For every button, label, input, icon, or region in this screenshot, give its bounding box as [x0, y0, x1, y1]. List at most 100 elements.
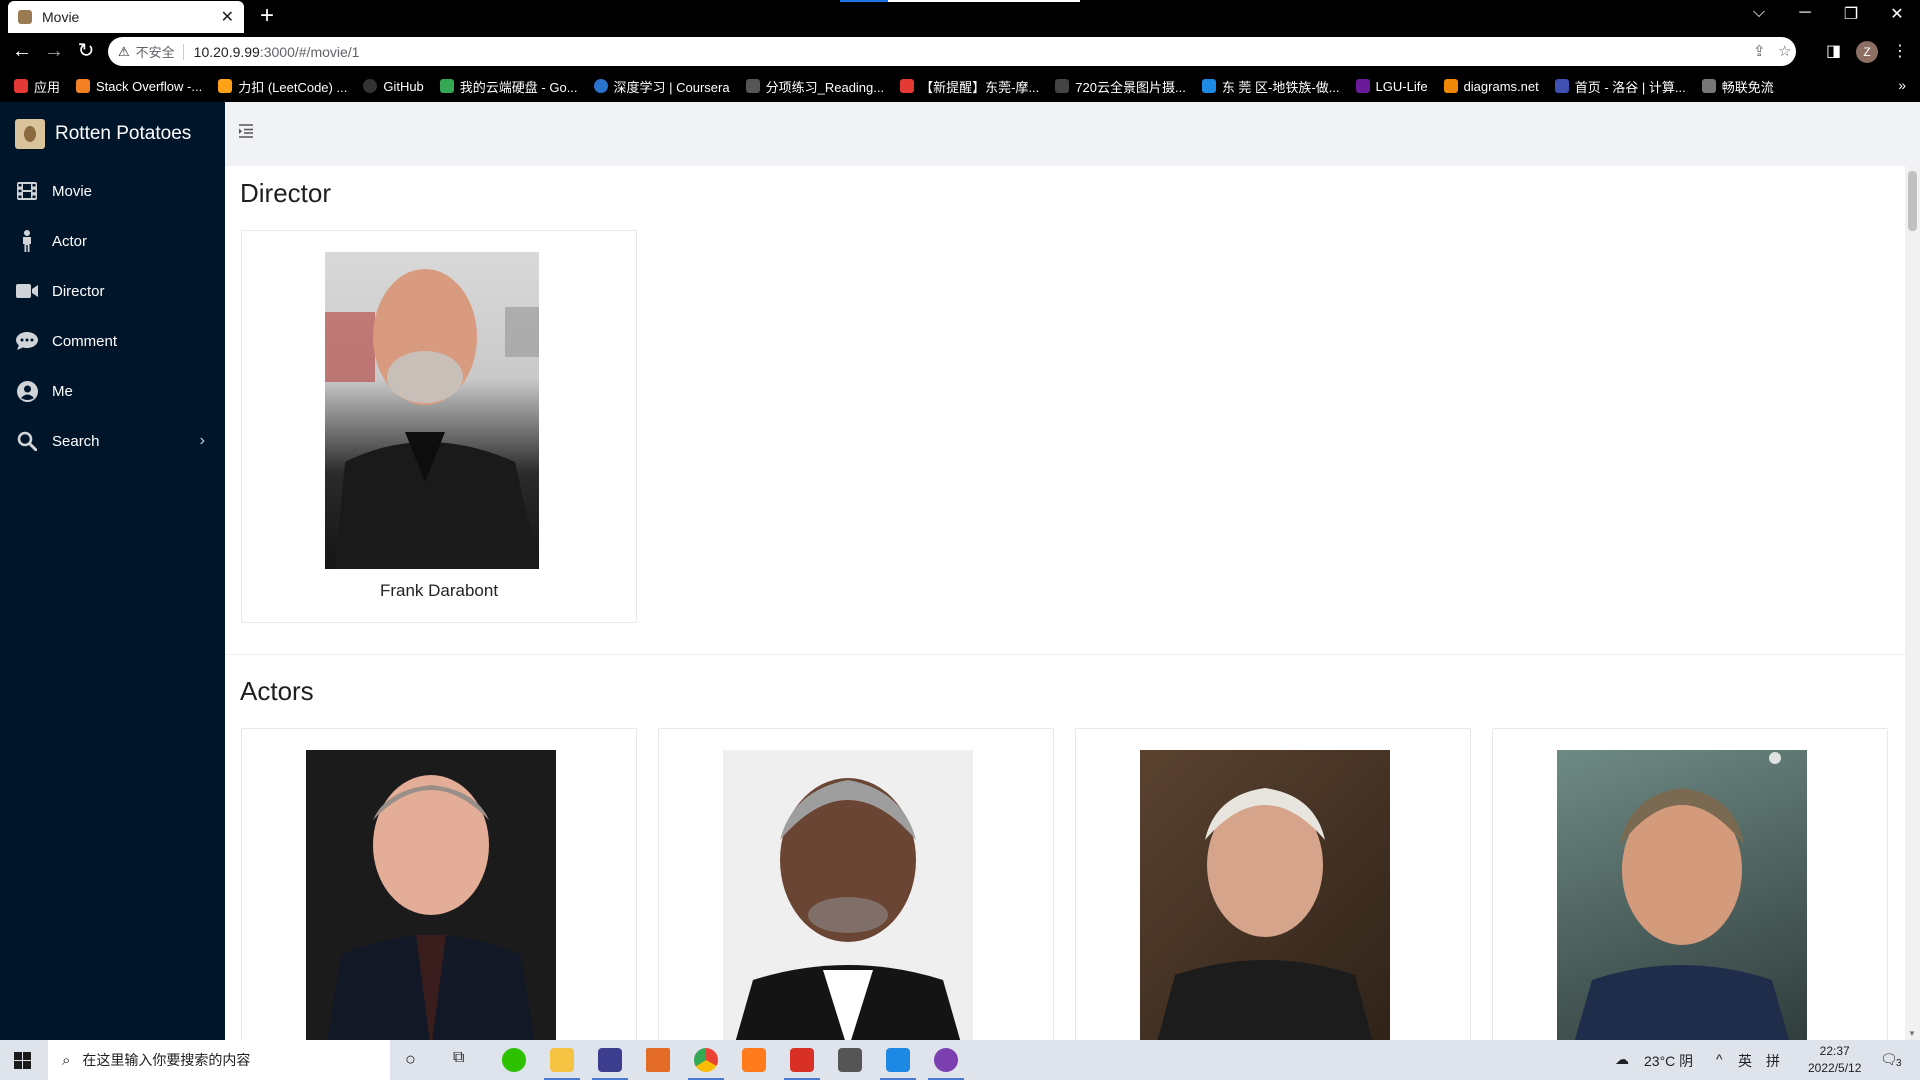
- bookmark-stackoverflow[interactable]: Stack Overflow -...: [76, 79, 202, 94]
- actor-card[interactable]: [658, 728, 1054, 1040]
- scroll-down-arrow-icon[interactable]: ▼: [1908, 1029, 1916, 1038]
- sidebar-item-label: Search: [52, 432, 100, 450]
- forward-arrow-icon[interactable]: →: [42, 40, 66, 62]
- close-tab-icon[interactable]: ✕: [221, 7, 234, 27]
- weather-cloud-icon[interactable]: ☁: [1615, 1051, 1629, 1068]
- section-divider: [225, 654, 1905, 655]
- vertical-scrollbar[interactable]: ▼: [1905, 166, 1920, 1040]
- profile-avatar[interactable]: Z: [1856, 41, 1878, 63]
- bookmark-apps[interactable]: 应用: [14, 77, 60, 96]
- brand[interactable]: Rotten Potatoes: [0, 102, 225, 166]
- minimize-button[interactable]: ─: [1782, 4, 1828, 22]
- director-card[interactable]: Frank Darabont: [241, 230, 637, 623]
- brand-name: Rotten Potatoes: [55, 123, 192, 144]
- address-bar[interactable]: ⚠ 不安全 10.20.9.99:3000/#/movie/1 ⇪ ☆: [108, 37, 1796, 66]
- chevron-right-icon: ›: [199, 432, 205, 449]
- pycharm-icon[interactable]: [592, 1048, 628, 1080]
- cortana-icon[interactable]: ○: [405, 1049, 416, 1070]
- director-name: Frank Darabont: [379, 581, 499, 600]
- comment-icon: [16, 330, 38, 352]
- back-arrow-icon[interactable]: ←: [10, 40, 34, 62]
- more-bookmarks-button[interactable]: »: [1898, 77, 1906, 93]
- actors-section-title: Actors: [240, 676, 314, 706]
- side-panel-icon[interactable]: ◨: [1826, 41, 1841, 61]
- sidebar-item-movie[interactable]: Movie: [0, 166, 225, 216]
- tab-search-chevron-icon[interactable]: ⌵: [1736, 4, 1782, 22]
- bookmark-720yun[interactable]: 720云全景图片摄...: [1055, 77, 1186, 96]
- sidebar-item-director[interactable]: Director: [0, 266, 225, 316]
- app-root: Rotten Potatoes Movie Actor Director Com…: [0, 102, 1920, 1040]
- bookmark-metro[interactable]: 东 莞 区-地铁族-做...: [1201, 77, 1340, 96]
- github-desktop-icon[interactable]: [928, 1048, 964, 1080]
- coursera-icon: [593, 79, 608, 93]
- actor-photo: [1557, 750, 1807, 1040]
- windows-start-icon[interactable]: [14, 1052, 31, 1069]
- taskbar-search-box[interactable]: ⌕ 在这里输入你要搜索的内容: [48, 1040, 390, 1080]
- xampp-icon[interactable]: [742, 1048, 766, 1072]
- bookmark-star-icon[interactable]: ☆: [1778, 42, 1791, 60]
- bookmark-github[interactable]: GitHub: [363, 78, 424, 94]
- game-app-icon[interactable]: [838, 1048, 862, 1072]
- sidebar-item-me[interactable]: Me: [0, 366, 225, 416]
- google-drive-icon: [439, 79, 454, 93]
- clock-time: 22:37: [1819, 1044, 1850, 1058]
- ime-mode[interactable]: 拼: [1766, 1051, 1780, 1071]
- chrome-icon[interactable]: [688, 1048, 724, 1080]
- metro-icon: [1201, 79, 1216, 93]
- browser-tab[interactable]: Movie ✕: [8, 1, 244, 33]
- bookmark-reading[interactable]: 分项练习_Reading...: [745, 77, 884, 96]
- scrollbar-thumb[interactable]: [1908, 171, 1917, 231]
- bookmark-dongguan-forum[interactable]: 【新提醒】东莞-摩...: [900, 77, 1039, 96]
- bookmark-label: 【新提醒】东莞-摩...: [920, 79, 1040, 95]
- sidebar-item-actor[interactable]: Actor: [0, 216, 225, 266]
- bookmark-changlian[interactable]: 畅联免流: [1701, 77, 1774, 96]
- clock[interactable]: 22:37 2022/5/12: [1808, 1043, 1861, 1077]
- main-area: Director Frank Darabont Actors ▼: [225, 102, 1920, 1040]
- bookmark-lgu-life[interactable]: LGU-Life: [1355, 79, 1428, 94]
- warning-triangle-icon: ⚠: [118, 43, 130, 59]
- share-icon[interactable]: ⇪: [1753, 42, 1766, 60]
- leetcode-icon: [218, 79, 233, 93]
- matlab-icon[interactable]: [646, 1048, 670, 1072]
- bookmark-luogu[interactable]: 首页 - 洛谷 | 计算...: [1554, 77, 1686, 96]
- close-window-button[interactable]: ✕: [1874, 4, 1920, 24]
- sidebar-item-label: Director: [52, 282, 105, 300]
- actor-photo: [723, 750, 973, 1040]
- vscode-icon[interactable]: [880, 1048, 916, 1080]
- reading-site-icon: [745, 79, 760, 93]
- bookmark-coursera[interactable]: 深度学习 | Coursera: [593, 77, 730, 96]
- forum-icon: [900, 79, 915, 93]
- wechat-icon[interactable]: [502, 1048, 526, 1072]
- stackoverflow-icon: [76, 79, 91, 93]
- reload-icon[interactable]: ↻: [74, 40, 98, 62]
- lgu-life-icon: [1355, 79, 1370, 93]
- bookmark-google-drive[interactable]: 我的云端硬盘 - Go...: [439, 77, 578, 96]
- file-explorer-icon[interactable]: [544, 1048, 580, 1080]
- bookmark-label: GitHub: [383, 78, 424, 94]
- actor-card[interactable]: [1492, 728, 1888, 1040]
- actor-photo: [1140, 750, 1390, 1040]
- sidebar-item-comment[interactable]: Comment: [0, 316, 225, 366]
- browser-menu-icon[interactable]: ⋮: [1892, 41, 1908, 61]
- sidebar-item-search[interactable]: Search ›: [0, 416, 225, 466]
- actor-portrait-illustration: [1574, 752, 1790, 1040]
- actor-card[interactable]: [1075, 728, 1471, 1040]
- wps-icon[interactable]: [784, 1048, 820, 1080]
- diagrams-icon: [1443, 79, 1458, 93]
- bookmark-leetcode[interactable]: 力扣 (LeetCode) ...: [218, 77, 347, 96]
- person-icon: [16, 230, 38, 252]
- sidebar-item-label: Movie: [52, 182, 93, 200]
- show-hidden-icons-chevron-icon[interactable]: ^: [1716, 1051, 1723, 1067]
- weather-text[interactable]: 23°C 阴: [1644, 1051, 1693, 1071]
- menu-fold-icon[interactable]: [237, 122, 259, 144]
- task-view-icon[interactable]: ⧉: [453, 1049, 464, 1067]
- restore-button[interactable]: ❐: [1828, 4, 1874, 24]
- new-tab-button[interactable]: +: [260, 3, 274, 29]
- bookmark-diagrams[interactable]: diagrams.net: [1443, 79, 1539, 94]
- notification-count: 3: [1896, 1058, 1902, 1069]
- actor-card[interactable]: [241, 728, 637, 1040]
- bookmark-label: Stack Overflow -...: [96, 78, 203, 94]
- browser-toolbar: ← → ↻ ⚠ 不安全 10.20.9.99:3000/#/movie/1 ⇪ …: [0, 33, 1920, 70]
- sidebar-item-label: Actor: [52, 232, 88, 250]
- ime-language[interactable]: 英: [1738, 1051, 1752, 1071]
